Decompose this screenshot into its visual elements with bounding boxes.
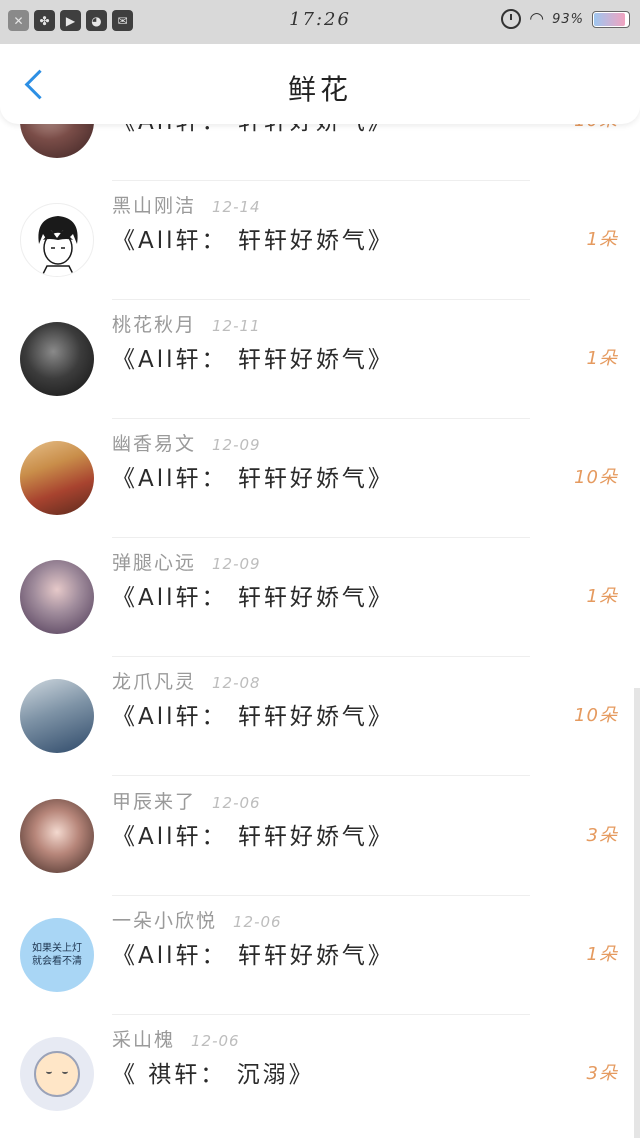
item-message: 《All轩： 轩轩好娇气》 xyxy=(112,585,394,611)
item-message: 《All轩： 轩轩好娇气》 xyxy=(112,228,394,254)
page-title: 鲜花 xyxy=(287,73,352,106)
flower-list: 《All轩： 轩轩好娇气》 10朵 黑山刚洁 12-14 《All轩： 轩轩好娇气… xyxy=(0,0,640,1138)
item-date: 12-09 xyxy=(212,436,261,454)
avatar xyxy=(20,679,94,753)
user-name: 幽香易文 xyxy=(112,433,197,455)
item-date: 12-06 xyxy=(212,794,261,812)
list-item[interactable]: 弹腿心远 12-09 《All轩： 轩轩好娇气》 1朵 xyxy=(0,538,640,657)
item-message: 《 祺轩： 沉溺》 xyxy=(112,1062,315,1088)
wifi-icon: ◠ xyxy=(529,9,545,29)
item-date: 12-11 xyxy=(212,317,261,335)
divider xyxy=(112,775,530,776)
item-meta: 桃花秋月 12-11 xyxy=(112,310,261,337)
item-date: 12-06 xyxy=(191,1032,240,1050)
list-item[interactable]: 如果关上灯 就会看不清 一朵小欣悦 12-06 《All轩： 轩轩好娇气》 1朵 xyxy=(0,896,640,1015)
anime-avatar-icon xyxy=(38,216,78,276)
item-meta: 幽香易文 12-09 xyxy=(112,429,261,456)
flower-count: 1朵 xyxy=(586,229,618,250)
item-message: 《All轩： 轩轩好娇气》 xyxy=(112,347,394,373)
alarm-icon xyxy=(501,9,522,29)
list-item[interactable]: 黑山刚洁 12-14 《All轩： 轩轩好娇气》 1朵 xyxy=(0,181,640,300)
item-meta: 采山槐 12-06 xyxy=(112,1025,240,1052)
flower-count: 1朵 xyxy=(586,586,618,607)
avatar xyxy=(20,322,94,396)
user-name: 黑山刚洁 xyxy=(112,195,197,217)
flower-count: 1朵 xyxy=(586,944,618,965)
item-message: 《All轩： 轩轩好娇气》 xyxy=(112,704,394,730)
flower-count: 3朵 xyxy=(586,1063,618,1084)
list-item[interactable]: 幽香易文 12-09 《All轩： 轩轩好娇气》 10朵 xyxy=(0,419,640,538)
item-meta: 弹腿心远 12-09 xyxy=(112,548,261,575)
item-message: 《All轩： 轩轩好娇气》 xyxy=(112,824,394,850)
user-name: 采山槐 xyxy=(112,1029,176,1051)
avatar-text-line2: 就会看不清 xyxy=(32,956,82,967)
item-meta: 黑山刚洁 12-14 xyxy=(112,191,261,218)
item-message: 《All轩： 轩轩好娇气》 xyxy=(112,466,394,492)
user-name: 龙爪凡灵 xyxy=(112,671,197,693)
flower-count: 10朵 xyxy=(574,705,618,726)
avatar xyxy=(20,560,94,634)
avatar-text-line1: 如果关上灯 xyxy=(32,943,82,954)
user-name: 甲辰来了 xyxy=(112,791,197,813)
item-meta: 龙爪凡灵 12-08 xyxy=(112,667,261,694)
avatar xyxy=(20,203,94,277)
list-item[interactable]: 龙爪凡灵 12-08 《All轩： 轩轩好娇气》 10朵 xyxy=(0,657,640,776)
item-date: 12-06 xyxy=(233,913,282,931)
item-message: 《All轩： 轩轩好娇气》 xyxy=(112,943,394,969)
status-right: ◠ 93% xyxy=(501,9,630,29)
item-meta: 一朵小欣悦 12-06 xyxy=(112,906,282,933)
flower-count: 10朵 xyxy=(574,467,618,488)
battery-icon xyxy=(592,10,630,28)
avatar xyxy=(20,1037,94,1111)
item-date: 12-08 xyxy=(212,674,261,692)
battery-fill xyxy=(594,12,626,26)
cartoon-face-icon xyxy=(34,1051,80,1097)
scrollbar[interactable] xyxy=(634,688,640,1138)
list-item[interactable]: 桃花秋月 12-11 《All轩： 轩轩好娇气》 1朵 xyxy=(0,300,640,419)
item-date: 12-14 xyxy=(212,198,261,216)
list-item[interactable]: 采山槐 12-06 《 祺轩： 沉溺》 3朵 xyxy=(0,1015,640,1134)
user-name: 桃花秋月 xyxy=(112,314,197,336)
flower-count: 3朵 xyxy=(586,825,618,846)
avatar xyxy=(20,441,94,515)
user-name: 弹腿心远 xyxy=(112,552,197,574)
avatar: 如果关上灯 就会看不清 xyxy=(20,918,94,992)
list-item[interactable]: 甲辰来了 12-06 《All轩： 轩轩好娇气》 3朵 xyxy=(0,777,640,896)
item-meta: 甲辰来了 12-06 xyxy=(112,787,261,814)
avatar xyxy=(20,799,94,873)
user-name: 一朵小欣悦 xyxy=(112,910,218,932)
flower-count: 1朵 xyxy=(586,348,618,369)
status-bar: ✕ ✤ ▶ ◕ ✉ 17:26 ◠ 93% xyxy=(0,0,640,44)
nav-header: 鲜花 xyxy=(0,44,640,124)
battery-percent: 93% xyxy=(552,11,584,27)
item-date: 12-09 xyxy=(212,555,261,573)
